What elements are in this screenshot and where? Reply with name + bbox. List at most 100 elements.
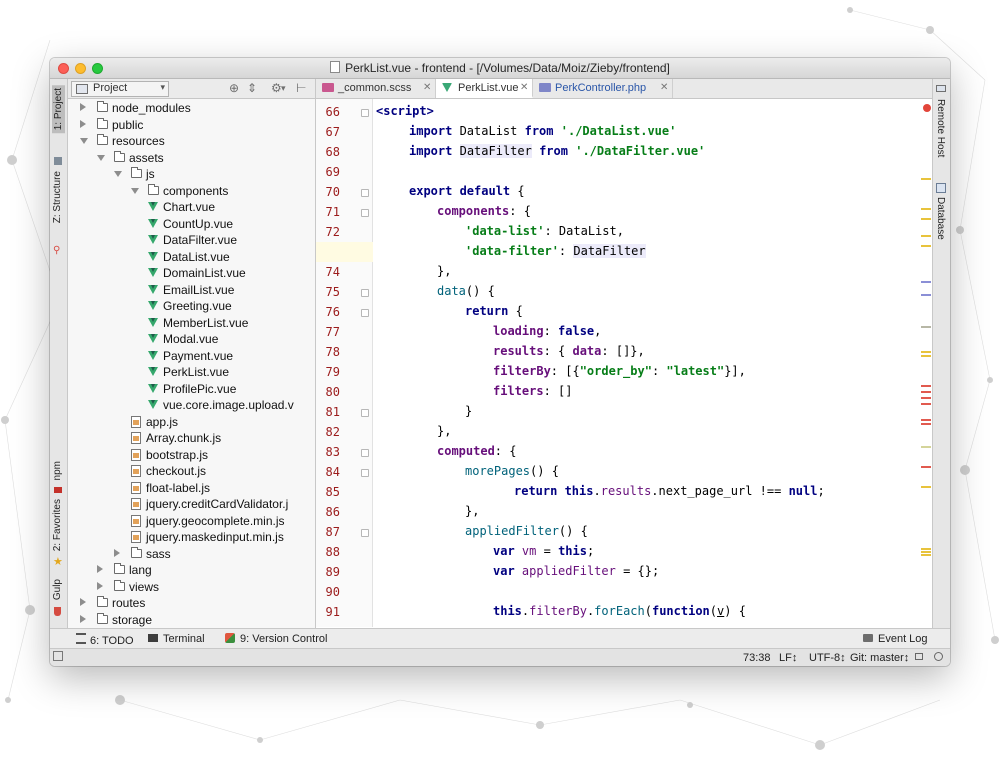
tool-gulp[interactable]: Gulp	[52, 579, 63, 600]
scrollbar-marker[interactable]	[921, 391, 931, 393]
scrollbar-marker[interactable]	[921, 397, 931, 399]
expanded-arrow-icon[interactable]	[114, 171, 122, 177]
scrollbar-marker[interactable]	[921, 548, 931, 550]
tree-item-float-label-js[interactable]: float-label.js	[68, 480, 315, 497]
tool-project[interactable]: 1: Project	[52, 85, 65, 134]
tree-item-sass[interactable]: sass	[68, 546, 315, 563]
close-tab-icon[interactable]: ✕	[660, 82, 668, 93]
tree-item-resources[interactable]: resources	[68, 133, 315, 150]
scrollbar-marker[interactable]	[921, 355, 931, 357]
scrollbar-marker[interactable]	[921, 551, 931, 553]
collapsed-arrow-icon[interactable]	[97, 565, 103, 573]
fold-marker-icon[interactable]	[361, 309, 369, 317]
scrollbar-marker[interactable]	[921, 245, 931, 247]
scrollbar-marker[interactable]	[921, 351, 931, 353]
scrollbar-marker[interactable]	[921, 466, 931, 468]
todo-tool-button[interactable]: 6: TODO	[76, 633, 134, 647]
collapsed-arrow-icon[interactable]	[80, 614, 86, 623]
scrollbar-marker[interactable]	[921, 423, 931, 425]
fold-marker-icon[interactable]	[361, 109, 369, 117]
scrollbar-marker[interactable]	[921, 208, 931, 210]
fold-marker-icon[interactable]	[361, 469, 369, 477]
scrollbar-marker[interactable]	[921, 178, 931, 180]
fold-marker-icon[interactable]	[361, 189, 369, 197]
tree-item-js[interactable]: js	[68, 166, 315, 183]
tree-item-emaillist-vue[interactable]: EmailList.vue	[68, 282, 315, 299]
code-editor[interactable]: <script> import DataList from './DataList…	[373, 99, 932, 627]
collapsed-arrow-icon[interactable]	[80, 598, 86, 606]
tree-item-checkout-js[interactable]: checkout.js	[68, 463, 315, 480]
fold-marker-icon[interactable]	[361, 289, 369, 297]
inspector-icon[interactable]	[934, 652, 943, 661]
tool-structure[interactable]: Z: Structure	[52, 171, 63, 223]
status-panel-toggle-icon[interactable]	[53, 651, 63, 661]
tab-perklist-vue[interactable]: PerkList.vue ✕	[436, 79, 533, 98]
line-separator[interactable]: LF↕	[779, 652, 797, 664]
tab--common-scss[interactable]: _common.scss ✕	[316, 79, 436, 98]
lock-icon[interactable]	[915, 653, 923, 660]
gear-dropdown-icon[interactable]: ▾	[281, 83, 286, 94]
scrollbar-marker[interactable]	[921, 446, 931, 448]
tree-item-datafilter-vue[interactable]: DataFilter.vue	[68, 232, 315, 249]
tree-item-vue-core-image-upload-v[interactable]: vue.core.image.upload.v	[68, 397, 315, 414]
tree-item-views[interactable]: views	[68, 579, 315, 596]
hide-panel-icon[interactable]: ⊢	[296, 81, 306, 95]
tree-item-public[interactable]: public	[68, 117, 315, 134]
scrollbar-marker[interactable]	[921, 403, 931, 405]
collapse-icon[interactable]: ⇕	[247, 81, 257, 95]
collapsed-arrow-icon[interactable]	[80, 119, 86, 128]
tree-item-modal-vue[interactable]: Modal.vue	[68, 331, 315, 348]
tree-item-lang[interactable]: lang	[68, 562, 315, 579]
expanded-arrow-icon[interactable]	[131, 187, 139, 194]
version-control-tool-button[interactable]: 9: Version Control	[225, 633, 327, 645]
close-tab-icon[interactable]: ✕	[520, 82, 528, 93]
scrollbar-marker[interactable]	[921, 486, 931, 488]
scrollbar-marker[interactable]	[921, 281, 931, 283]
scrollbar-marker[interactable]	[921, 385, 931, 387]
tree-item-memberlist-vue[interactable]: MemberList.vue	[68, 315, 315, 332]
locate-icon[interactable]: ⊕	[229, 81, 239, 95]
scrollbar-marker[interactable]	[921, 294, 931, 296]
tree-item-components[interactable]: components	[68, 183, 315, 200]
scrollbar-marker[interactable]	[921, 419, 931, 421]
file-encoding[interactable]: UTF-8↕	[809, 652, 846, 664]
scrollbar-marker[interactable]	[921, 218, 931, 220]
close-tab-icon[interactable]: ✕	[423, 82, 431, 93]
tree-item-profilepic-vue[interactable]: ProfilePic.vue	[68, 381, 315, 398]
error-indicator-icon[interactable]	[923, 104, 931, 112]
tree-item-app-js[interactable]: app.js	[68, 414, 315, 431]
tree-item-jquery-maskedinput-min-js[interactable]: jquery.maskedinput.min.js	[68, 529, 315, 546]
tree-item-jquery-creditcardvalidator-j[interactable]: jquery.creditCardValidator.j	[68, 496, 315, 513]
tree-item-perklist-vue[interactable]: PerkList.vue	[68, 364, 315, 381]
tree-item-array-chunk-js[interactable]: Array.chunk.js	[68, 430, 315, 447]
project-view-selector[interactable]: Project ▾	[71, 81, 169, 97]
tool-database[interactable]: Database	[935, 197, 946, 240]
tree-item-payment-vue[interactable]: Payment.vue	[68, 348, 315, 365]
tree-item-jquery-geocomplete-min-js[interactable]: jquery.geocomplete.min.js	[68, 513, 315, 530]
tree-item-chart-vue[interactable]: Chart.vue	[68, 199, 315, 216]
tool-favorites[interactable]: 2: Favorites	[52, 499, 63, 551]
tree-item-storage[interactable]: storage	[68, 612, 315, 629]
tree-item-node-modules[interactable]: node_modules	[68, 100, 315, 117]
expanded-arrow-icon[interactable]	[97, 154, 105, 161]
tree-item-domainlist-vue[interactable]: DomainList.vue	[68, 265, 315, 282]
terminal-tool-button[interactable]: Terminal	[148, 633, 205, 645]
tool-remote-host[interactable]: Remote Host	[935, 99, 946, 157]
collapsed-arrow-icon[interactable]	[80, 103, 86, 111]
scrollbar-marker[interactable]	[921, 326, 931, 328]
event-log-tool-button[interactable]: Event Log	[863, 633, 928, 645]
tab-perkcontroller-php[interactable]: PerkController.php ✕	[533, 79, 673, 98]
fold-marker-icon[interactable]	[361, 449, 369, 457]
tool-npm[interactable]: npm	[52, 461, 63, 480]
tree-item-datalist-vue[interactable]: DataList.vue	[68, 249, 315, 266]
tree-item-assets[interactable]: assets	[68, 150, 315, 167]
fold-marker-icon[interactable]	[361, 529, 369, 537]
scrollbar-marker[interactable]	[921, 554, 931, 556]
expanded-arrow-icon[interactable]	[80, 138, 88, 144]
git-branch[interactable]: Git: master↕	[850, 652, 909, 664]
collapsed-arrow-icon[interactable]	[97, 581, 103, 590]
tree-item-greeting-vue[interactable]: Greeting.vue	[68, 298, 315, 315]
tree-item-routes[interactable]: routes	[68, 595, 315, 612]
collapsed-arrow-icon[interactable]	[114, 548, 120, 557]
tree-item-bootstrap-js[interactable]: bootstrap.js	[68, 447, 315, 464]
